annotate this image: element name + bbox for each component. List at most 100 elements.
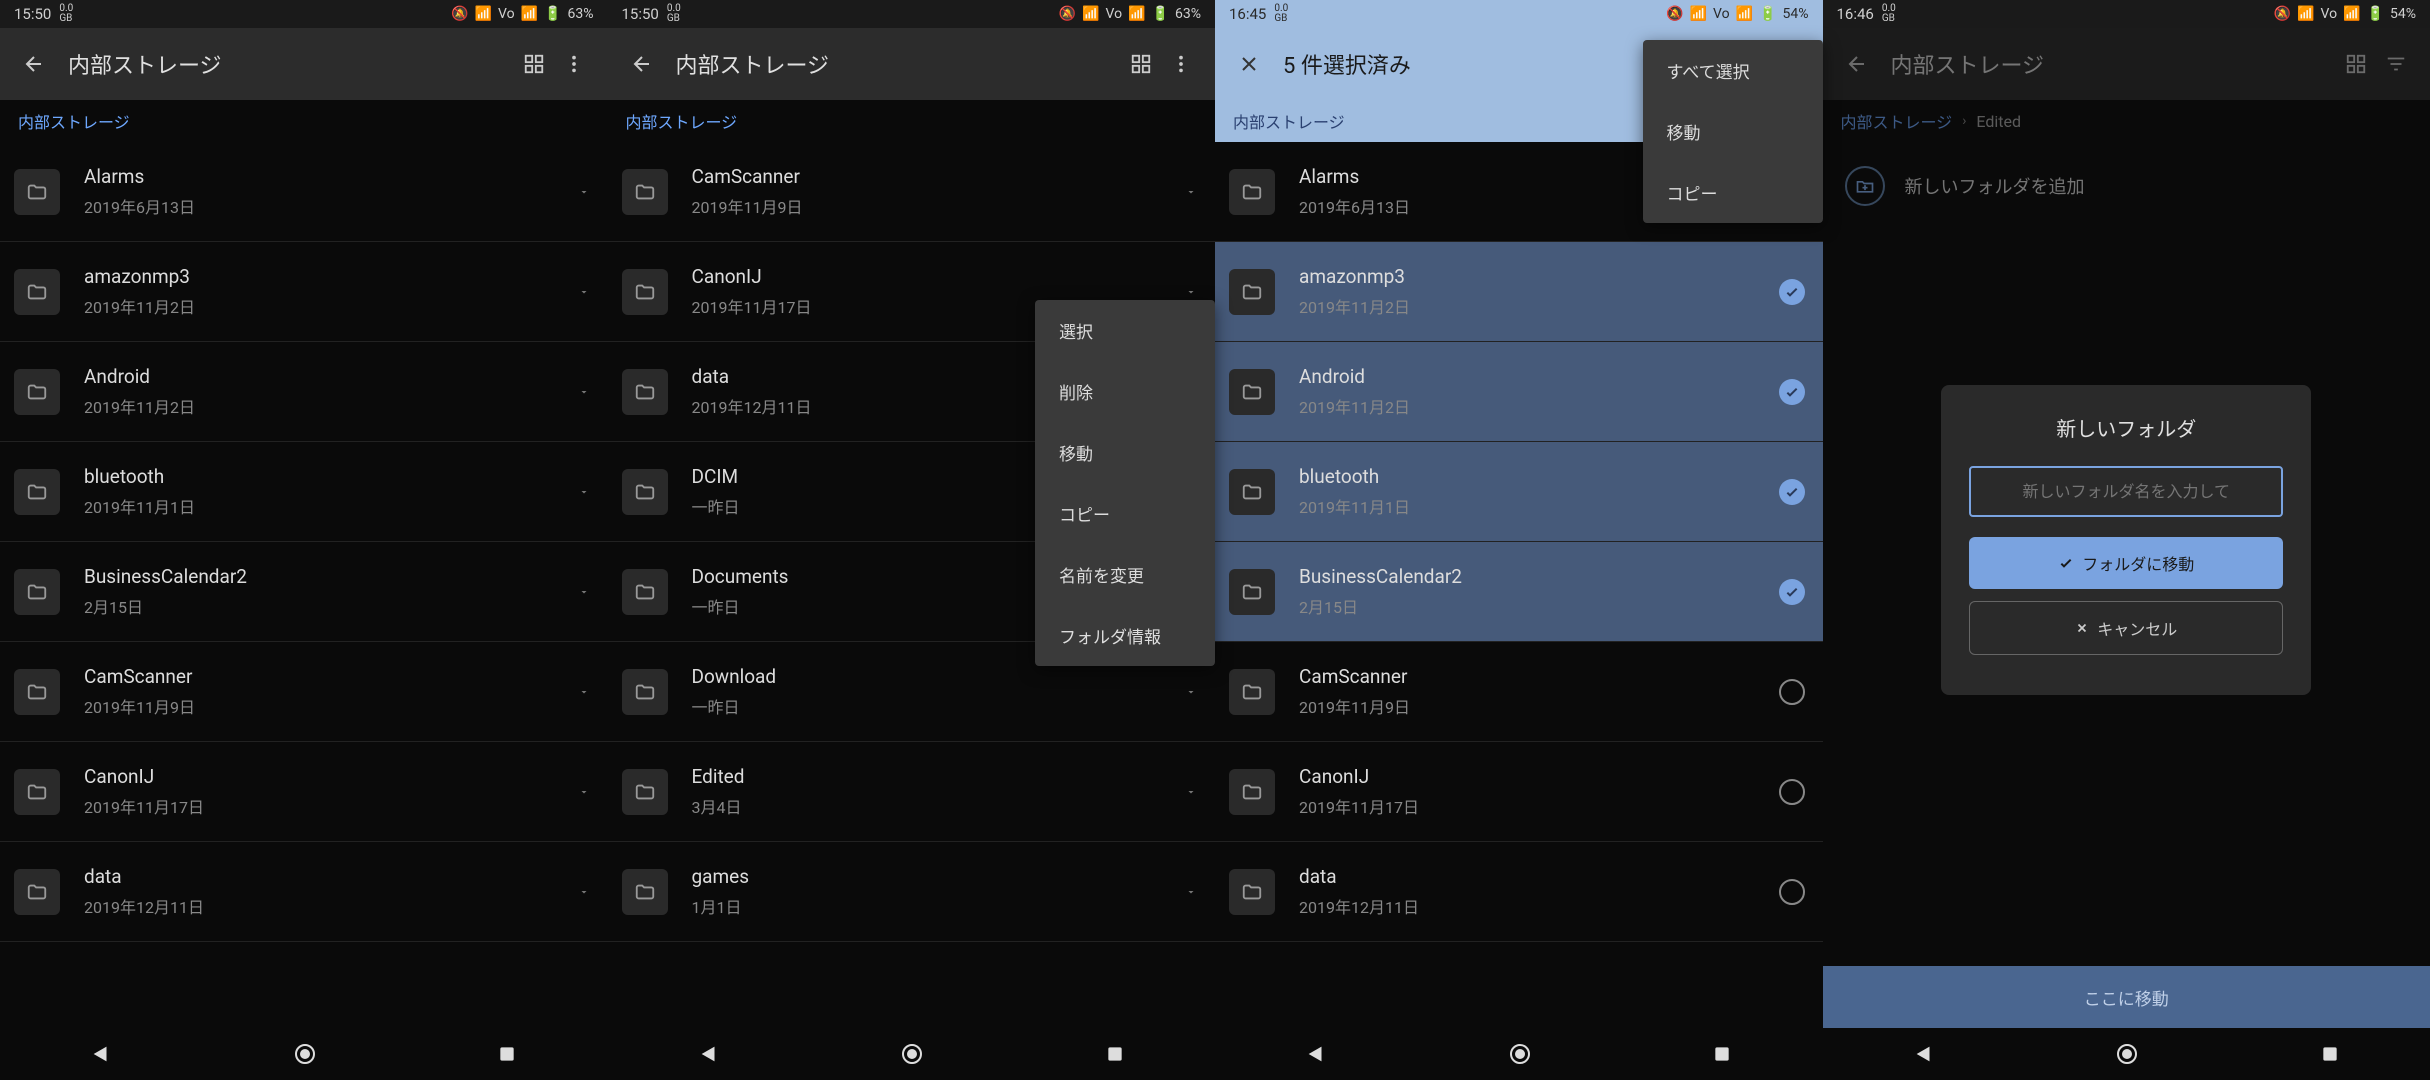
folder-name: amazonmp3 [1299,265,1779,288]
folder-item[interactable]: BusinessCalendar2 2月15日 [0,542,608,642]
more-icon[interactable] [554,44,594,84]
checkbox-unchecked-icon[interactable] [1779,779,1805,805]
folder-name: Alarms [84,165,578,188]
chevron-down-icon[interactable] [1185,186,1197,198]
folder-name: CanonIJ [692,265,1186,288]
folder-icon [14,469,60,515]
chevron-down-icon[interactable] [578,786,590,798]
checkbox-unchecked-icon[interactable] [1779,879,1805,905]
menu-item[interactable]: コピー [1035,483,1215,544]
status-bar: 15:50 0.0GB 🔕 📶 Vo 📶 🔋 63% [0,0,608,28]
grid-view-icon[interactable] [514,44,554,84]
menu-item[interactable]: 移動 [1643,101,1823,162]
checkbox-checked-icon[interactable] [1779,579,1805,605]
grid-view-icon[interactable] [1121,44,1161,84]
nav-recent-icon[interactable] [497,1044,517,1064]
dnd-icon: 🔕 [451,6,468,22]
wifi-icon: 📶 [1690,6,1707,22]
close-button[interactable] [1229,44,1269,84]
folder-icon [1229,369,1275,415]
menu-item[interactable]: コピー [1643,162,1823,223]
checkbox-checked-icon[interactable] [1779,379,1805,405]
chevron-down-icon[interactable] [1185,286,1197,298]
menu-item[interactable]: 選択 [1035,300,1215,361]
chevron-down-icon[interactable] [578,686,590,698]
chevron-down-icon[interactable] [578,286,590,298]
folder-item[interactable]: amazonmp3 2019年11月2日 [1215,242,1823,342]
folder-name: Edited [692,765,1186,788]
folder-item[interactable]: CanonIJ 2019年11月17日 [0,742,608,842]
folder-item[interactable]: Android 2019年11月2日 [0,342,608,442]
nav-recent-icon[interactable] [1105,1044,1125,1064]
nav-back-icon[interactable] [1305,1043,1327,1065]
nav-bar [1215,1028,1823,1080]
folder-name: Android [1299,365,1779,388]
menu-item[interactable]: 移動 [1035,422,1215,483]
wifi-icon: 📶 [1082,6,1099,22]
breadcrumb: 内部ストレージ [608,100,1216,142]
chevron-down-icon[interactable] [578,886,590,898]
confirm-button[interactable]: フォルダに移動 [1969,537,2283,589]
nav-home-icon[interactable] [1508,1042,1532,1066]
checkbox-checked-icon[interactable] [1779,479,1805,505]
folder-item[interactable]: Android 2019年11月2日 [1215,342,1823,442]
folder-item[interactable]: CanonIJ 2019年11月17日 [1215,742,1823,842]
nav-bar [608,1028,1216,1080]
folder-name: CamScanner [692,165,1186,188]
folder-item[interactable]: bluetooth 2019年11月1日 [1215,442,1823,542]
more-icon[interactable] [1161,44,1201,84]
breadcrumb: 内部ストレージ [0,100,608,142]
dialog-title: 新しいフォルダ [1969,413,2283,442]
chevron-down-icon[interactable] [578,186,590,198]
folder-item[interactable]: games 1月1日 [608,842,1216,942]
folder-item[interactable]: bluetooth 2019年11月1日 [0,442,608,542]
cancel-button[interactable]: キャンセル [1969,601,2283,655]
nav-recent-icon[interactable] [1712,1044,1732,1064]
menu-item[interactable]: フォルダ情報 [1035,605,1215,666]
breadcrumb-root[interactable]: 内部ストレージ [18,109,130,133]
folder-item[interactable]: CamScanner 2019年11月9日 [0,642,608,742]
nav-bar [0,1028,608,1080]
folder-item[interactable]: Alarms 2019年6月13日 [0,142,608,242]
back-button[interactable] [622,44,662,84]
folder-name: CamScanner [1299,665,1779,688]
chevron-down-icon[interactable] [1185,786,1197,798]
folder-date: 一昨日 [692,694,1186,718]
folder-item[interactable]: BusinessCalendar2 2月15日 [1215,542,1823,642]
chevron-down-icon[interactable] [1185,886,1197,898]
menu-item[interactable]: 名前を変更 [1035,544,1215,605]
folder-name: Download [692,665,1186,688]
folder-item[interactable]: data 2019年12月11日 [1215,842,1823,942]
nav-back-icon[interactable] [90,1043,112,1065]
folder-date: 2019年6月13日 [84,194,578,218]
folder-item[interactable]: data 2019年12月11日 [0,842,608,942]
folder-item[interactable]: amazonmp3 2019年11月2日 [0,242,608,342]
folder-item[interactable]: CamScanner 2019年11月9日 [608,142,1216,242]
menu-item[interactable]: 削除 [1035,361,1215,422]
folder-name: data [84,865,578,888]
back-button[interactable] [14,44,54,84]
folder-icon [1229,169,1275,215]
chevron-down-icon[interactable] [578,586,590,598]
nav-home-icon[interactable] [293,1042,317,1066]
app-header: 内部ストレージ [608,28,1216,100]
folder-item[interactable]: Edited 3月4日 [608,742,1216,842]
chevron-down-icon[interactable] [578,386,590,398]
chevron-down-icon[interactable] [1185,686,1197,698]
folder-icon [622,569,668,615]
folder-date: 2019年11月9日 [84,694,578,718]
battery-icon: 🔋 [1759,6,1776,22]
checkbox-checked-icon[interactable] [1779,279,1805,305]
folder-date: 2019年11月9日 [1299,694,1779,718]
nav-back-icon[interactable] [698,1043,720,1065]
folder-name-input[interactable] [1969,466,2283,517]
menu-item[interactable]: すべて選択 [1643,40,1823,101]
folder-item[interactable]: CamScanner 2019年11月9日 [1215,642,1823,742]
checkbox-unchecked-icon[interactable] [1779,679,1805,705]
folder-icon [622,369,668,415]
folder-name: CanonIJ [84,765,578,788]
chevron-down-icon[interactable] [578,486,590,498]
selection-menu: すべて選択移動コピー [1643,40,1823,223]
nav-home-icon[interactable] [900,1042,924,1066]
folder-icon [1229,469,1275,515]
